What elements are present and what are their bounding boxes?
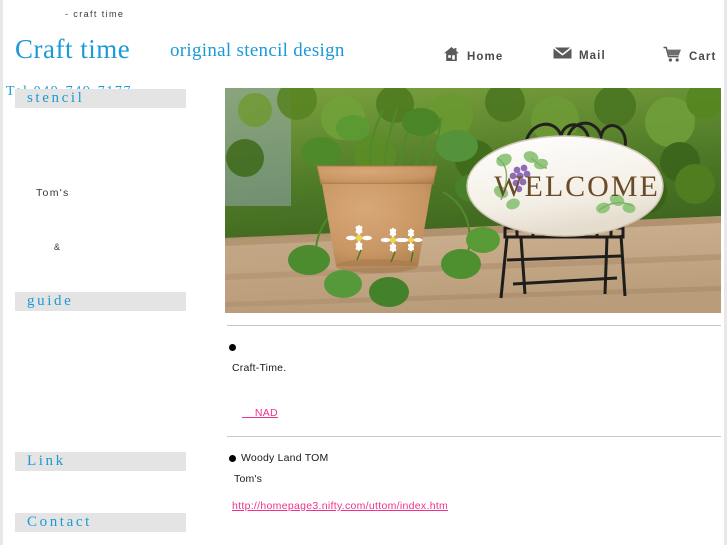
house-icon [443,46,460,67]
sidebar-section-label-contact: Contact [27,514,92,530]
sidebar-section-label-guide: guide [27,293,74,309]
sidebar-section-contact[interactable]: Contact [15,513,186,532]
nav-label-home: Home [467,50,504,63]
section-two-line: Tom's [234,473,263,485]
sidebar-section-label-link: Link [27,453,66,469]
page-root: - craft time Craft time original stencil… [0,0,727,545]
section-two-link-wrapper: http://homepage3.nifty.com/uttom/index.h… [232,496,448,514]
content-divider-2 [227,436,721,437]
nad-link[interactable]: NAD [242,407,278,419]
section-one-line: Craft-Time. [232,362,287,374]
hero-photo-illustration: WELCOME [225,88,721,313]
sidebar-section-link[interactable]: Link [15,452,186,471]
nav-item-home[interactable]: Home [443,46,503,67]
sidebar-item-toms[interactable]: Tom's [36,187,70,199]
sidebar: stencil Tom's & guide Link Contact Tel 0… [6,84,218,545]
hero-photo: WELCOME [225,88,721,313]
content-divider-1 [227,325,721,326]
section-one-bullet [229,339,236,357]
woody-land-tom-url-link[interactable]: http://homepage3.nifty.com/uttom/index.h… [232,500,448,512]
bullet-icon [229,454,236,462]
section-two-heading-row: Woody Land TOM [229,452,328,464]
site-tagline: original stencil design [170,40,345,61]
sidebar-section-guide[interactable]: guide [15,292,186,311]
site-title: Craft time [15,34,131,64]
main-navigation: Home Mail Cart [435,43,724,69]
envelope-icon [553,46,572,65]
sidebar-ampersand: & [54,242,61,252]
sidebar-section-stencil[interactable]: stencil [15,89,186,108]
nav-label-mail: Mail [579,49,606,62]
nad-link-wrapper: NAD [242,403,278,421]
shopping-cart-icon [663,46,682,68]
welcome-sign-text: WELCOME [494,170,660,203]
bullet-icon [229,344,236,352]
site-header: Craft time original stencil design Home [3,34,724,69]
sidebar-section-label-stencil: stencil [27,90,85,106]
section-two-heading: Woody Land TOM [241,452,329,464]
eyebrow-text: - craft time [65,9,125,19]
nav-item-mail[interactable]: Mail [553,46,606,65]
nav-label-cart: Cart [689,51,717,63]
nav-item-cart[interactable]: Cart [663,46,716,68]
